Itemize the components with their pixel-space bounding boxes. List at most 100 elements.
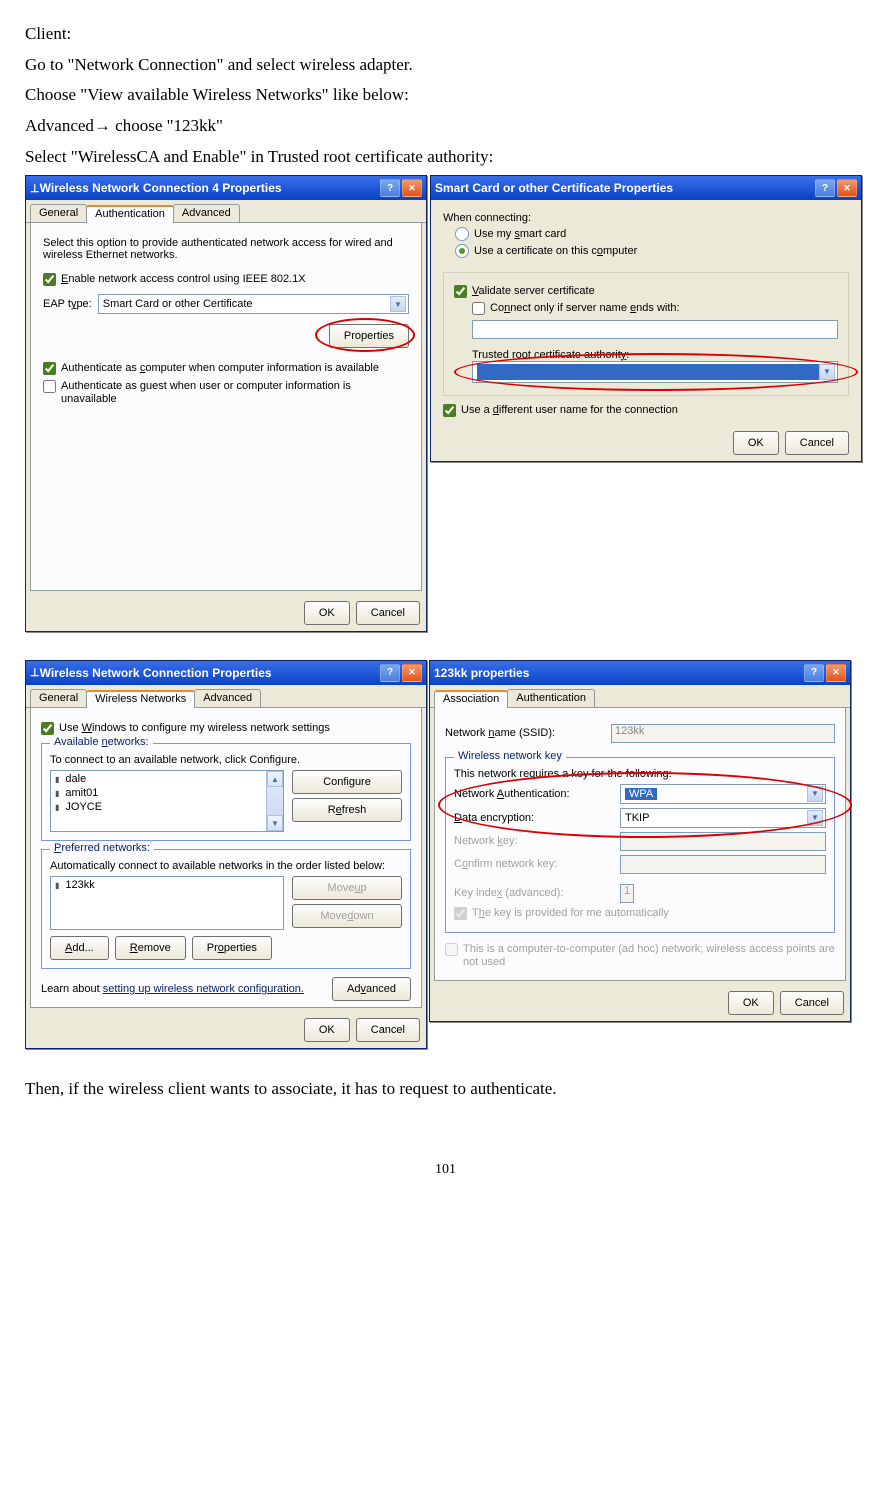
tab-association[interactable]: Association	[434, 690, 508, 708]
learn-link[interactable]: setting up wireless network configuratio…	[103, 983, 304, 995]
tab-general[interactable]: General	[30, 689, 87, 707]
key-index-input: 1	[620, 884, 634, 903]
titlebar[interactable]: Smart Card or other Certificate Properti…	[431, 176, 861, 200]
list-item[interactable]: amit01	[53, 786, 264, 800]
trusted-root-ca-select[interactable]: ▼	[472, 361, 838, 383]
net-auth-select[interactable]: WPA ▼	[620, 784, 826, 804]
checkbox-connect-only-if[interactable]: Connect only if server name ends with:	[472, 302, 838, 315]
close-icon[interactable]	[826, 664, 846, 682]
help-icon[interactable]	[815, 179, 835, 197]
ok-button[interactable]: OK	[733, 431, 779, 455]
list-item[interactable]: 123kk	[53, 878, 281, 892]
checkbox-label: Use Windows to configure my wireless net…	[59, 722, 330, 735]
list-item[interactable]: dale	[53, 772, 264, 786]
advanced-button[interactable]: Advanced	[332, 977, 411, 1001]
tab-advanced[interactable]: Advanced	[173, 204, 240, 222]
tab-strip: General Authentication Advanced	[26, 200, 426, 223]
scroll-up-icon[interactable]: ▲	[267, 771, 283, 787]
description-text: To connect to an available network, clic…	[50, 754, 402, 766]
titlebar[interactable]: 123kk properties	[430, 661, 850, 685]
tab-authentication[interactable]: Authentication	[507, 689, 595, 707]
help-icon[interactable]	[380, 664, 400, 682]
checkbox-icon[interactable]	[454, 285, 467, 298]
checkbox-enable-8021x[interactable]: EEnable network access control using IEE…	[43, 273, 409, 286]
preferred-networks-list[interactable]: 123kk	[50, 876, 284, 930]
list-item[interactable]: JOYCE	[53, 800, 264, 814]
label-when-connecting: When connecting:	[443, 212, 849, 224]
checkbox-use-windows-config[interactable]: Use Windows to configure my wireless net…	[41, 722, 411, 735]
tab-general[interactable]: General	[30, 204, 87, 222]
server-name-input[interactable]	[472, 320, 838, 339]
scroll-down-icon[interactable]: ▼	[267, 815, 283, 831]
close-icon[interactable]	[837, 179, 857, 197]
move-up-button[interactable]: Move up	[292, 876, 402, 900]
checkbox-icon[interactable]	[43, 273, 56, 286]
checkbox-label: This is a computer-to-computer (ad hoc) …	[463, 943, 835, 969]
eap-type-select[interactable]: Smart Card or other Certificate ▼	[98, 294, 409, 314]
chevron-down-icon[interactable]: ▼	[819, 364, 835, 380]
chevron-down-icon[interactable]: ▼	[807, 810, 823, 826]
data-enc-label: Data encryption:	[454, 812, 614, 824]
titlebar[interactable]: ⊥ Wireless Network Connection 4 Properti…	[26, 176, 426, 200]
available-networks-list[interactable]: dale amit01 JOYCE ▲▼	[50, 770, 284, 832]
radio-smart-card[interactable]: Use my smart card	[455, 227, 849, 241]
help-icon[interactable]	[380, 179, 400, 197]
cancel-button[interactable]: Cancel	[356, 601, 420, 625]
refresh-button[interactable]: Refresh	[292, 798, 402, 822]
chevron-down-icon[interactable]: ▼	[390, 296, 406, 312]
dialog-123kk-properties: 123kk properties Association Authenticat…	[429, 660, 851, 1022]
chevron-down-icon[interactable]: ▼	[807, 786, 823, 802]
checkbox-auth-as-computer[interactable]: Authenticate as computer when computer i…	[43, 362, 409, 375]
cancel-button[interactable]: Cancel	[780, 991, 844, 1015]
checkbox-label: Use a different user name for the connec…	[461, 404, 678, 417]
checkbox-icon	[445, 943, 458, 956]
page-number: 101	[25, 1162, 866, 1178]
group-preferred-networks: Preferred networks:	[50, 842, 154, 854]
select-value: WPA	[625, 788, 657, 800]
checkbox-different-username[interactable]: Use a different user name for the connec…	[443, 404, 849, 417]
remove-button[interactable]: Remove	[115, 936, 186, 960]
checkbox-icon[interactable]	[443, 404, 456, 417]
network-key-label: Network key:	[454, 835, 614, 847]
network-item-icon	[55, 801, 61, 813]
checkbox-label: Validate server certificate	[472, 285, 595, 298]
ok-button[interactable]: OK	[304, 601, 350, 625]
data-enc-select[interactable]: TKIP ▼	[620, 808, 826, 828]
key-index-label: Key index (advanced):	[454, 887, 614, 899]
radio-certificate[interactable]: Use a certificate on this computer	[455, 244, 849, 258]
tab-advanced[interactable]: Advanced	[194, 689, 261, 707]
checkbox-icon[interactable]	[41, 722, 54, 735]
network-icon: ⊥	[30, 666, 40, 679]
checkbox-icon[interactable]	[43, 362, 56, 375]
titlebar[interactable]: ⊥ Wireless Network Connection Properties	[26, 661, 426, 685]
cancel-button[interactable]: Cancel	[356, 1018, 420, 1042]
add-button[interactable]: Add...	[50, 936, 109, 960]
window-title: Smart Card or other Certificate Properti…	[435, 181, 813, 195]
checkbox-icon[interactable]	[43, 380, 56, 393]
label-trusted-root-ca: Trusted root certificate authority:	[472, 349, 838, 361]
checkbox-validate-server[interactable]: Validate server certificate	[454, 285, 838, 298]
checkbox-auth-as-guest[interactable]: Authenticate as guest when user or compu…	[43, 380, 409, 406]
checkbox-icon[interactable]	[472, 302, 485, 315]
radio-icon	[455, 244, 469, 258]
tab-authentication[interactable]: Authentication	[86, 205, 174, 223]
help-icon[interactable]	[804, 664, 824, 682]
checkbox-label: Authenticate as computer when computer i…	[61, 362, 379, 375]
properties-button[interactable]: Properties	[192, 936, 272, 960]
properties-button[interactable]: Properties	[329, 324, 409, 348]
close-icon[interactable]	[402, 179, 422, 197]
ok-button[interactable]: OK	[728, 991, 774, 1015]
window-title: Wireless Network Connection Properties	[40, 666, 378, 680]
configure-button[interactable]: Configure	[292, 770, 402, 794]
close-icon[interactable]	[402, 664, 422, 682]
checkbox-key-auto: The key is provided for me automatically	[454, 907, 826, 920]
tab-wireless-networks[interactable]: Wireless Networks	[86, 690, 195, 708]
confirm-key-label: Confirm network key:	[454, 858, 614, 870]
move-down-button[interactable]: Move down	[292, 904, 402, 928]
group-available-networks: Available networks:	[50, 736, 153, 748]
tab-strip: General Wireless Networks Advanced	[26, 685, 426, 708]
scrollbar[interactable]: ▲▼	[266, 771, 283, 831]
cancel-button[interactable]: Cancel	[785, 431, 849, 455]
doc-text: Go to "Network Connection" and select wi…	[25, 53, 866, 78]
ok-button[interactable]: OK	[304, 1018, 350, 1042]
